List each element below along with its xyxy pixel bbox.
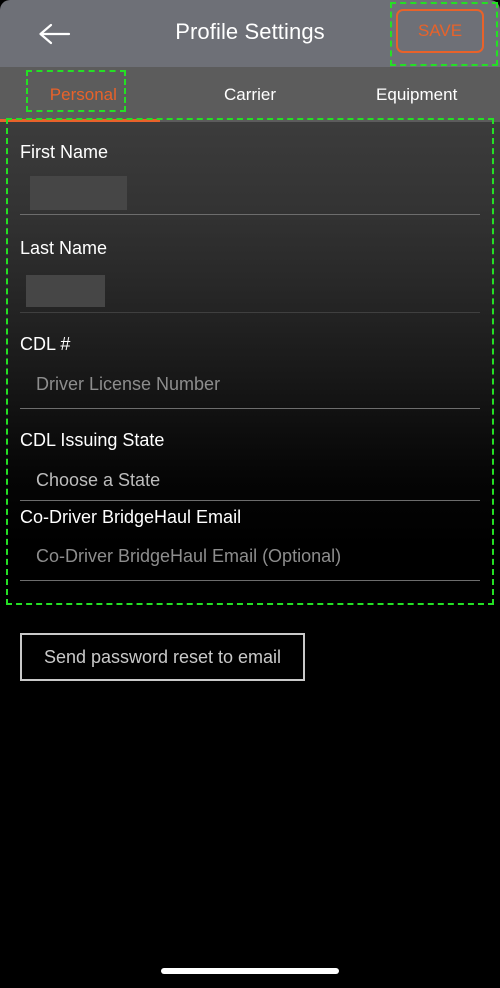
cdl-state-label: CDL Issuing State xyxy=(20,430,165,450)
cdl-state-picker[interactable]: Choose a State xyxy=(36,470,160,491)
save-button[interactable]: SAVE xyxy=(396,9,484,53)
tab-equipment[interactable]: Equipment xyxy=(333,67,500,122)
send-password-reset-button[interactable]: Send password reset to email xyxy=(20,633,305,681)
first-name-redacted-value xyxy=(30,176,127,210)
phone-screen: Profile Settings SAVE Personal Carrier E… xyxy=(0,0,500,988)
first-name-divider xyxy=(20,214,480,215)
personal-form: First Name Last Name CDL # Driver Licens… xyxy=(0,122,500,605)
codriver-email-label: Co-Driver BridgeHaul Email xyxy=(20,507,242,527)
first-name-label: First Name xyxy=(20,142,109,162)
codriver-email-divider xyxy=(20,580,480,581)
home-indicator[interactable] xyxy=(161,968,339,974)
cdl-number-input[interactable]: Driver License Number xyxy=(36,374,220,395)
tab-bar: Personal Carrier Equipment xyxy=(0,67,500,122)
last-name-label: Last Name xyxy=(20,238,108,258)
last-name-redacted-value xyxy=(26,275,105,307)
tab-personal[interactable]: Personal xyxy=(0,67,167,122)
navigation-bar: Profile Settings SAVE xyxy=(0,0,500,67)
cdl-number-divider xyxy=(20,408,480,409)
codriver-email-input[interactable]: Co-Driver BridgeHaul Email (Optional) xyxy=(36,546,341,567)
cdl-number-label: CDL # xyxy=(20,334,71,354)
cdl-state-divider xyxy=(20,500,480,501)
last-name-divider xyxy=(20,312,480,313)
tab-carrier[interactable]: Carrier xyxy=(167,67,334,122)
